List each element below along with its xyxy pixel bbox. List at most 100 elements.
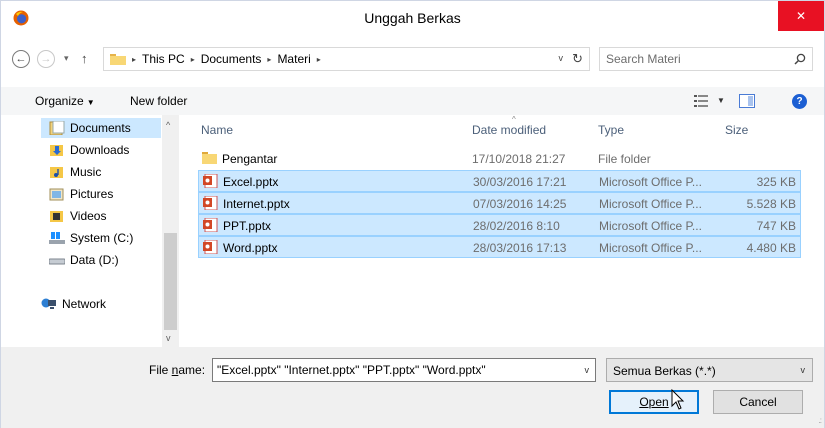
file-name-combobox[interactable]: v — [212, 358, 596, 382]
downloads-folder-icon — [50, 145, 63, 156]
file-size: 325 KB — [756, 175, 796, 189]
chevron-down-icon[interactable]: v — [585, 365, 590, 375]
file-date: 17/10/2018 21:27 — [472, 152, 566, 166]
file-row-word[interactable]: Word.pptx 28/03/2016 17:13 Microsoft Off… — [198, 236, 801, 258]
sidebar-item-videos[interactable]: Videos — [49, 206, 106, 226]
column-header-date-modified[interactable]: Date modified — [472, 123, 546, 137]
file-name: Internet.pptx — [223, 197, 290, 211]
back-button[interactable]: ← — [12, 50, 30, 68]
file-upload-dialog: Unggah Berkas ✕ ← → ▾ ↑ ▸ This PC ▸ Docu… — [0, 0, 825, 428]
window-title: Unggah Berkas — [364, 10, 461, 26]
address-dropdown-icon[interactable]: v — [559, 53, 564, 63]
scroll-up-icon[interactable]: ^ — [166, 120, 170, 130]
breadcrumb-separator-icon[interactable]: ▸ — [267, 55, 271, 64]
sidebar-item-pictures[interactable]: Pictures — [49, 184, 113, 204]
breadcrumb-documents[interactable]: Documents — [201, 52, 262, 66]
view-options-chevron-icon[interactable]: ▼ — [717, 96, 725, 105]
powerpoint-file-icon — [203, 174, 218, 188]
file-row-pengantar[interactable]: Pengantar 17/10/2018 21:27 File folder — [198, 148, 801, 170]
file-name: Pengantar — [222, 152, 278, 166]
preview-pane-icon[interactable] — [739, 94, 755, 108]
sidebar-item-label: Data (D:) — [70, 253, 119, 267]
address-bar[interactable]: ▸ This PC ▸ Documents ▸ Materi ▸ v ↻ — [103, 47, 590, 71]
file-row-ppt[interactable]: PPT.pptx 28/02/2016 8:10 Microsoft Offic… — [198, 214, 801, 236]
mouse-pointer-icon — [671, 389, 685, 410]
file-name: Excel.pptx — [223, 175, 279, 189]
sidebar-item-downloads[interactable]: Downloads — [49, 140, 129, 160]
sidebar-item-music[interactable]: Music — [49, 162, 101, 182]
help-icon[interactable]: ? — [792, 94, 807, 109]
command-toolbar: Organize ▼ New folder ▼ ? — [1, 87, 824, 115]
organize-label: Organize — [35, 94, 84, 108]
scroll-thumb[interactable] — [164, 233, 177, 330]
file-row-excel[interactable]: Excel.pptx 30/03/2016 17:21 Microsoft Of… — [198, 170, 801, 192]
scroll-down-icon[interactable]: v — [166, 333, 171, 343]
breadcrumb: ▸ This PC ▸ Documents ▸ Materi ▸ — [132, 52, 321, 66]
sidebar-item-label: Pictures — [70, 187, 114, 201]
chevron-down-icon: ▼ — [86, 98, 95, 107]
file-name-label-part: File — [149, 363, 172, 377]
file-row-internet[interactable]: Internet.pptx 07/03/2016 14:25 Microsoft… — [198, 192, 801, 214]
sidebar-item-label: Videos — [70, 209, 107, 223]
music-folder-icon — [50, 167, 63, 178]
forward-arrow-icon: → — [40, 53, 52, 65]
sidebar-item-label: Documents — [70, 121, 131, 135]
network-icon — [41, 298, 56, 309]
file-date: 30/03/2016 17:21 — [473, 175, 567, 189]
file-name-input[interactable] — [217, 363, 567, 377]
breadcrumb-this-pc[interactable]: This PC — [142, 52, 185, 66]
file-date: 07/03/2016 14:25 — [473, 197, 567, 211]
breadcrumb-separator-icon[interactable]: ▸ — [317, 55, 321, 64]
resize-grip-icon[interactable]: .: — [819, 416, 823, 425]
powerpoint-file-icon — [203, 196, 218, 210]
file-name: Word.pptx — [223, 241, 278, 255]
column-header-type[interactable]: Type — [598, 123, 624, 137]
file-type: Microsoft Office P... — [599, 219, 702, 233]
file-type: File folder — [598, 152, 651, 166]
close-icon: ✕ — [795, 9, 807, 23]
breadcrumb-materi[interactable]: Materi — [277, 52, 310, 66]
breadcrumb-separator-icon: ▸ — [132, 54, 137, 64]
powerpoint-file-icon — [203, 218, 218, 232]
sidebar-item-label: Music — [70, 165, 102, 179]
recent-locations-button[interactable]: ▾ — [64, 53, 69, 64]
chevron-down-icon: ▾ — [64, 53, 69, 63]
file-name-label: File name: — [149, 363, 205, 377]
file-type-select[interactable]: Semua Berkas (*.*) v — [606, 358, 813, 382]
refresh-icon[interactable]: ↻ — [572, 51, 583, 67]
nav-scrollbar[interactable]: ^ v — [162, 115, 179, 347]
search-input[interactable] — [606, 51, 786, 67]
up-button[interactable]: ↑ — [81, 51, 88, 66]
organize-button[interactable]: Organize ▼ — [35, 94, 95, 108]
help-glyph: ? — [796, 96, 803, 107]
column-header-name[interactable]: Name — [201, 123, 233, 137]
new-folder-button[interactable]: New folder — [130, 94, 187, 108]
sidebar-item-documents[interactable]: Documents — [41, 118, 161, 138]
file-size: 5.528 KB — [746, 197, 796, 211]
folder-icon — [202, 152, 217, 164]
close-button[interactable]: ✕ — [778, 1, 824, 31]
sidebar-item-label: Network — [62, 297, 107, 311]
open-button-label: Open — [639, 395, 669, 409]
file-type: Microsoft Office P... — [599, 241, 702, 255]
file-name: PPT.pptx — [223, 219, 272, 233]
navigation-pane: Documents Downloads Music Pictures Video… — [1, 115, 179, 347]
forward-button[interactable]: → — [37, 50, 55, 68]
back-arrow-icon: ← — [15, 53, 27, 65]
sidebar-item-data-d[interactable]: Data (D:) — [49, 250, 119, 270]
change-view-icon[interactable] — [694, 95, 708, 107]
powerpoint-file-icon — [203, 240, 218, 254]
column-header-size[interactable]: Size — [725, 123, 748, 137]
search-box[interactable] — [599, 47, 813, 71]
file-type: Microsoft Office P... — [599, 197, 702, 211]
dialog-footer: File name: v Semua Berkas (*.*) v Open C… — [1, 347, 824, 428]
sidebar-item-network[interactable]: Network — [41, 294, 106, 314]
cancel-button[interactable]: Cancel — [713, 390, 803, 414]
breadcrumb-separator-icon[interactable]: ▸ — [191, 55, 195, 64]
sidebar-item-system-c[interactable]: System (C:) — [49, 228, 133, 248]
title-bar[interactable]: Unggah Berkas ✕ — [1, 1, 824, 35]
file-date: 28/03/2016 17:13 — [473, 241, 567, 255]
search-icon[interactable] — [794, 53, 806, 65]
sidebar-item-label: Downloads — [70, 143, 130, 157]
file-name-label-part: ame: — [178, 363, 206, 377]
